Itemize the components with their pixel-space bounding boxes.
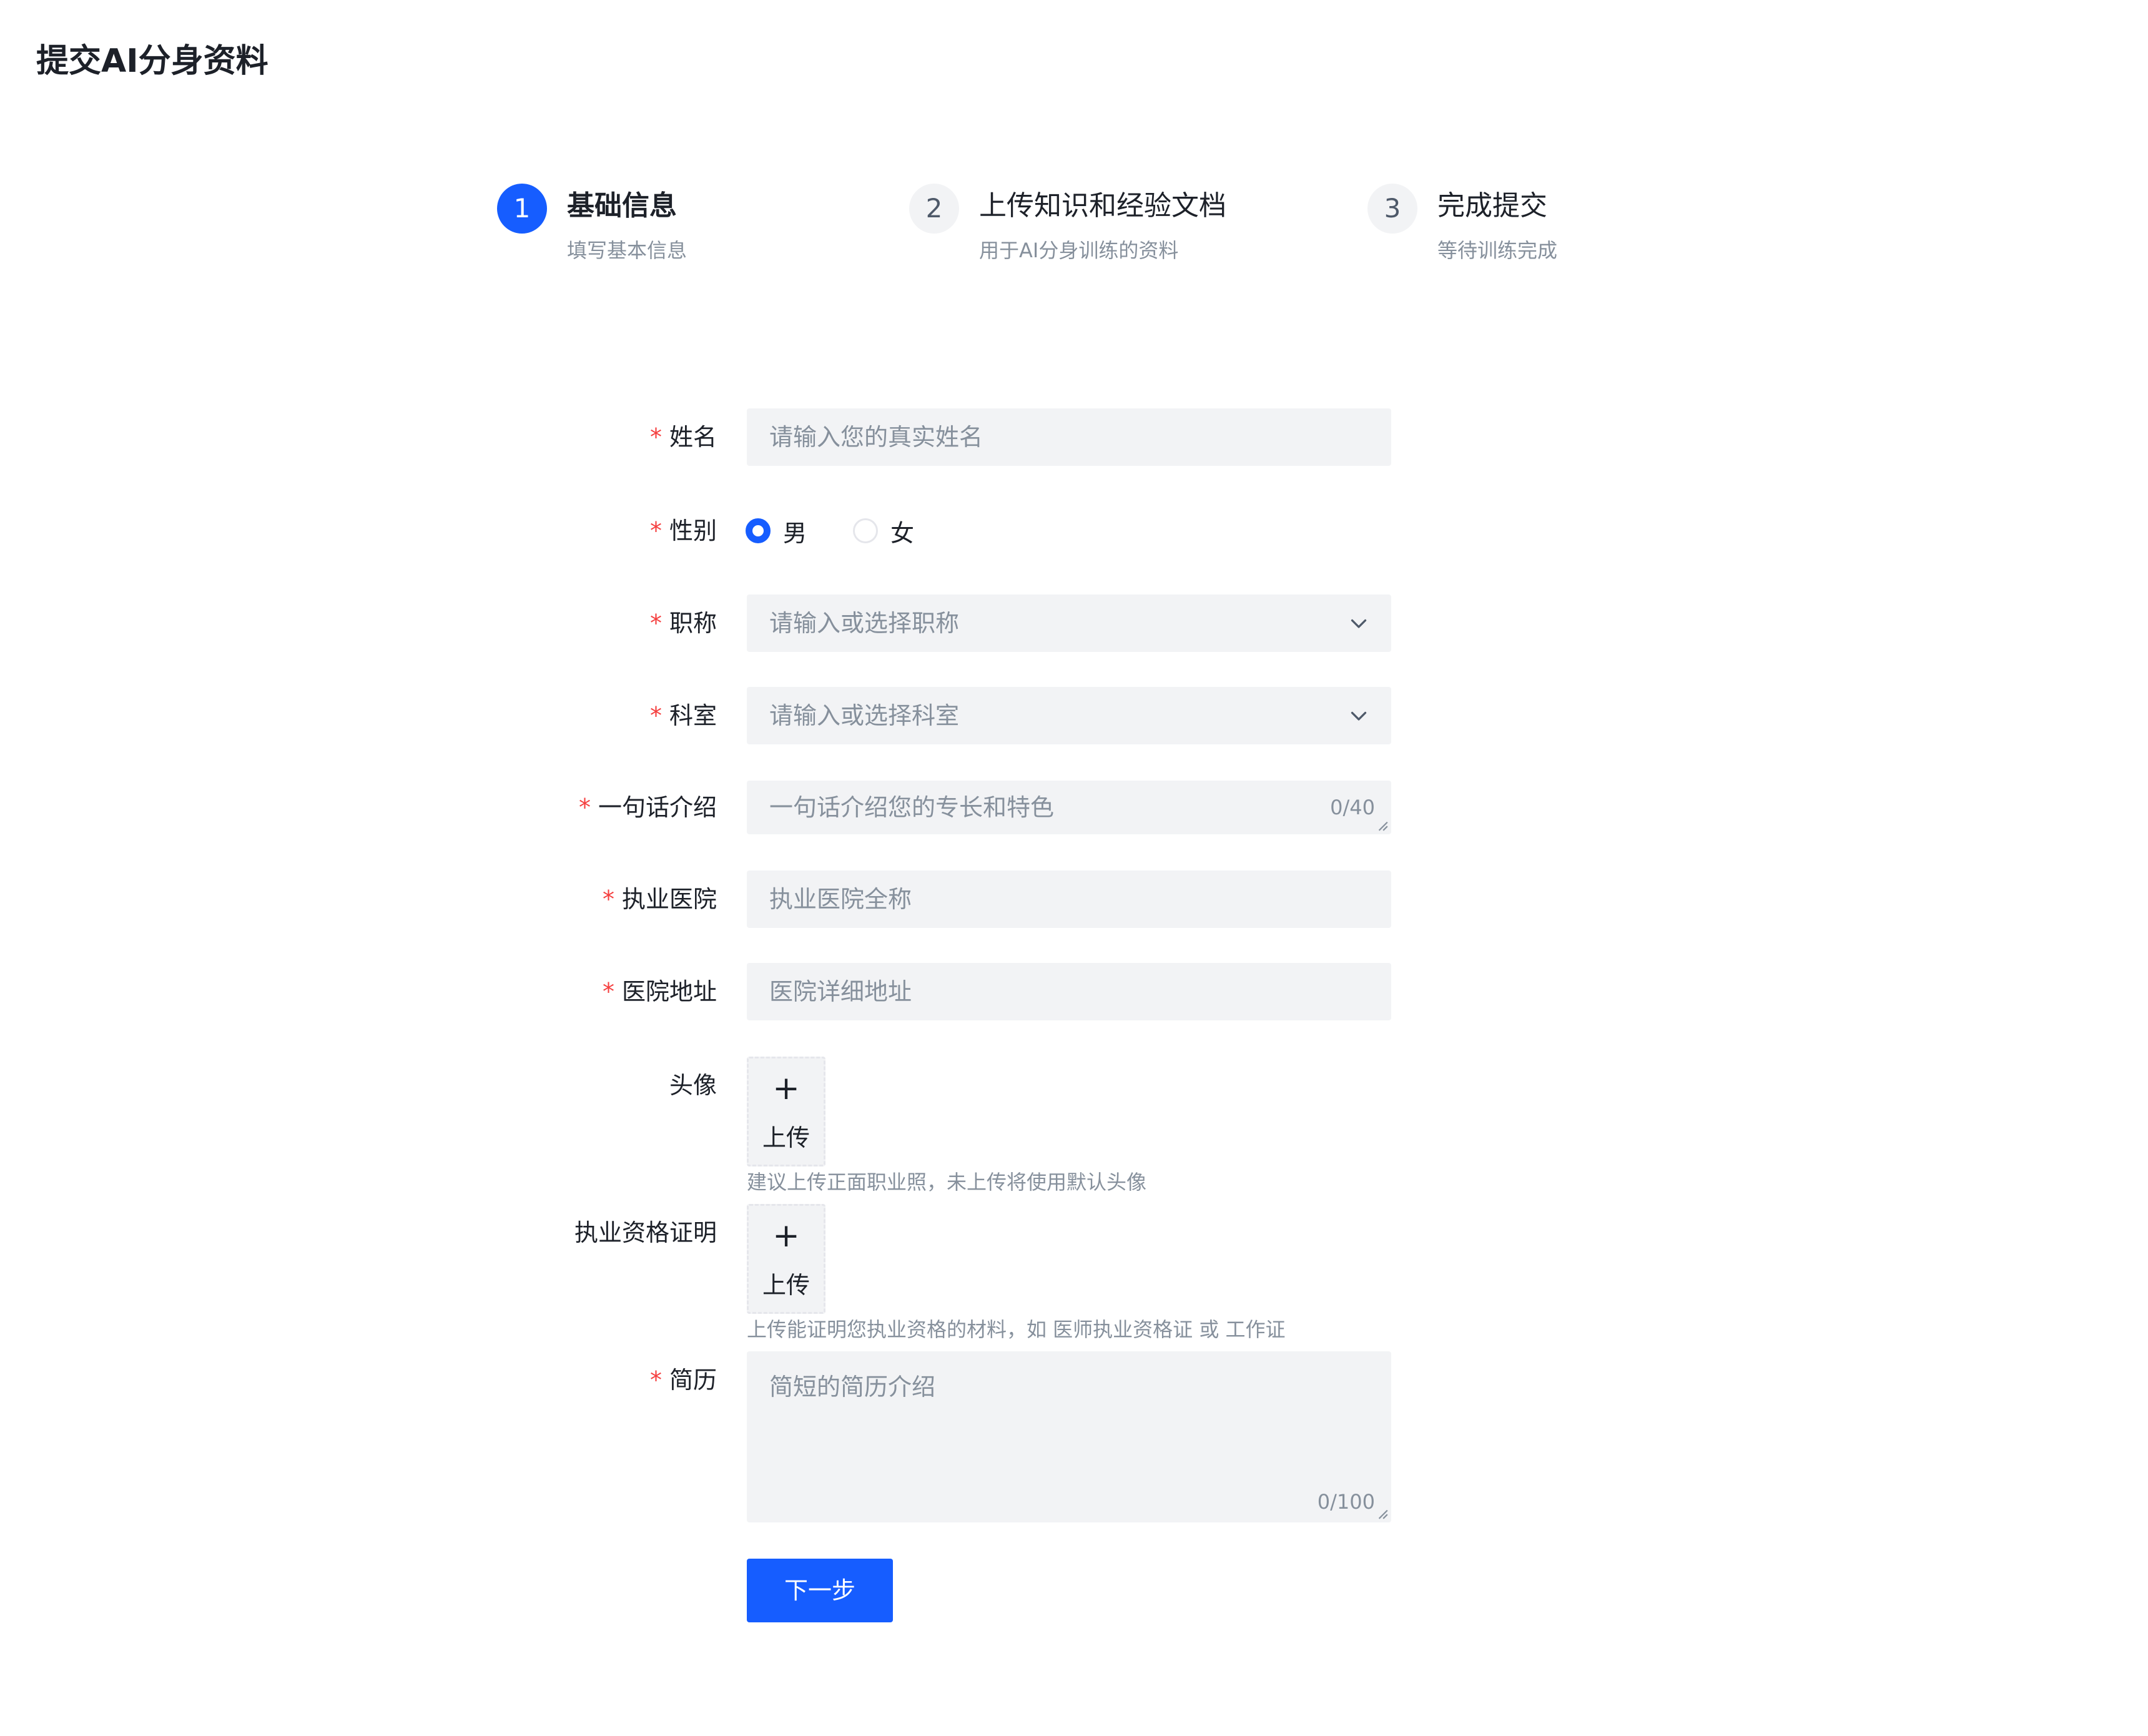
department-select-input[interactable]	[747, 687, 1391, 744]
name-input[interactable]	[747, 408, 1391, 466]
required-mark: *	[649, 702, 662, 729]
resume-textarea[interactable]	[747, 1351, 1391, 1522]
step-complete[interactable]: 3 完成提交 等待训练完成	[1367, 181, 1617, 281]
resize-handle-icon[interactable]	[1375, 818, 1389, 832]
gender-radio-female[interactable]: 女	[853, 517, 915, 547]
address-field	[747, 963, 1391, 1020]
step-title: 基础信息	[567, 190, 677, 222]
form-row-name: * 姓名	[0, 408, 2148, 466]
required-mark: *	[602, 885, 614, 913]
resume-label: * 简历	[650, 1351, 717, 1409]
required-mark: *	[649, 517, 662, 545]
upload-label: 上传	[762, 1124, 810, 1152]
gender-radio-male[interactable]: 男	[746, 517, 807, 547]
intro-input[interactable]	[747, 781, 1391, 834]
avatar-label: 头像	[669, 1072, 717, 1099]
upload-label: 上传	[762, 1271, 810, 1299]
certificate-label: 执业资格证明	[574, 1219, 717, 1246]
chevron-down-icon[interactable]	[1347, 704, 1370, 727]
chevron-down-icon[interactable]	[1347, 612, 1370, 634]
hospital-label: * 执业医院	[603, 870, 717, 928]
required-mark: *	[602, 978, 614, 1005]
title-select-input[interactable]	[747, 594, 1391, 652]
label-text: 医院地址	[621, 978, 717, 1005]
avatar-upload-button[interactable]: + 上传	[747, 1057, 825, 1166]
gender-label: * 性别	[650, 502, 717, 560]
form-row-title: * 职称	[0, 594, 2148, 652]
form-row-intro: * 一句话介绍 0/40	[0, 781, 2148, 834]
form-row-certificate: 执业资格证明 + 上传 上传能证明您执业资格的材料，如 医师执业资格证 或 工作…	[0, 1204, 2148, 1360]
label-text: 执业医院	[621, 885, 717, 913]
step-title: 完成提交	[1437, 190, 1547, 222]
required-mark: *	[649, 1366, 662, 1394]
address-input[interactable]	[747, 963, 1391, 1020]
form-row-avatar: 头像 + 上传 建议上传正面职业照，未上传将使用默认头像	[0, 1057, 2148, 1225]
avatar-hint: 建议上传正面职业照，未上传将使用默认头像	[747, 1170, 1147, 1194]
name-label: * 姓名	[650, 408, 717, 466]
radio-label: 男	[783, 519, 807, 547]
step-basic-info[interactable]: 1 基础信息 填写基本信息	[497, 181, 747, 281]
title-label: * 职称	[650, 594, 717, 652]
radio-unchecked-icon	[853, 518, 878, 543]
step-title: 上传知识和经验文档	[979, 190, 1226, 222]
resume-field: 0/100	[747, 1351, 1391, 1522]
next-step-button[interactable]: 下一步	[747, 1559, 893, 1622]
title-select[interactable]	[747, 594, 1391, 652]
department-label: * 科室	[650, 687, 717, 744]
resize-handle-icon[interactable]	[1375, 1506, 1389, 1520]
department-select[interactable]	[747, 687, 1391, 744]
label-text: 姓名	[669, 423, 717, 451]
step-upload-docs[interactable]: 2 上传知识和经验文档 用于AI分身训练的资料	[909, 181, 1296, 281]
form-row-gender: * 性别 男 女	[0, 502, 2148, 560]
form-row-department: * 科室	[0, 687, 2148, 744]
label-text: 性别	[669, 517, 717, 545]
hospital-field	[747, 870, 1391, 928]
plus-icon: +	[772, 1070, 800, 1107]
plus-icon: +	[772, 1217, 800, 1255]
step-number: 3	[1367, 184, 1417, 234]
label-text: 职称	[669, 609, 717, 637]
resume-char-count: 0/100	[1317, 1490, 1375, 1514]
label-text: 科室	[669, 702, 717, 729]
form-row-resume: *简历 0/100	[0, 1351, 2148, 1522]
step-description: 等待训练完成	[1437, 239, 1558, 262]
step-number: 2	[909, 184, 959, 234]
step-description: 填写基本信息	[567, 239, 687, 262]
name-field	[747, 408, 1391, 466]
radio-checked-icon	[746, 518, 771, 543]
certificate-hint: 上传能证明您执业资格的材料，如 医师执业资格证 或 工作证	[747, 1318, 1286, 1341]
required-mark: *	[578, 794, 591, 821]
step-description: 用于AI分身训练的资料	[979, 239, 1179, 262]
hospital-input[interactable]	[747, 870, 1391, 928]
label-text: 一句话介绍	[598, 794, 717, 821]
address-label: * 医院地址	[603, 963, 717, 1020]
certificate-upload-button[interactable]: + 上传	[747, 1204, 825, 1314]
radio-label: 女	[890, 519, 915, 547]
form-row-hospital: * 执业医院	[0, 870, 2148, 928]
required-mark: *	[649, 423, 662, 451]
intro-char-count: 0/40	[1330, 796, 1375, 819]
page-title: 提交AI分身资料	[36, 42, 268, 80]
step-number: 1	[497, 184, 547, 234]
form-row-address: * 医院地址	[0, 963, 2148, 1020]
intro-label: * 一句话介绍	[579, 781, 717, 834]
intro-field: 0/40	[747, 781, 1391, 834]
required-mark: *	[649, 609, 662, 637]
label-text: 简历	[669, 1366, 717, 1394]
